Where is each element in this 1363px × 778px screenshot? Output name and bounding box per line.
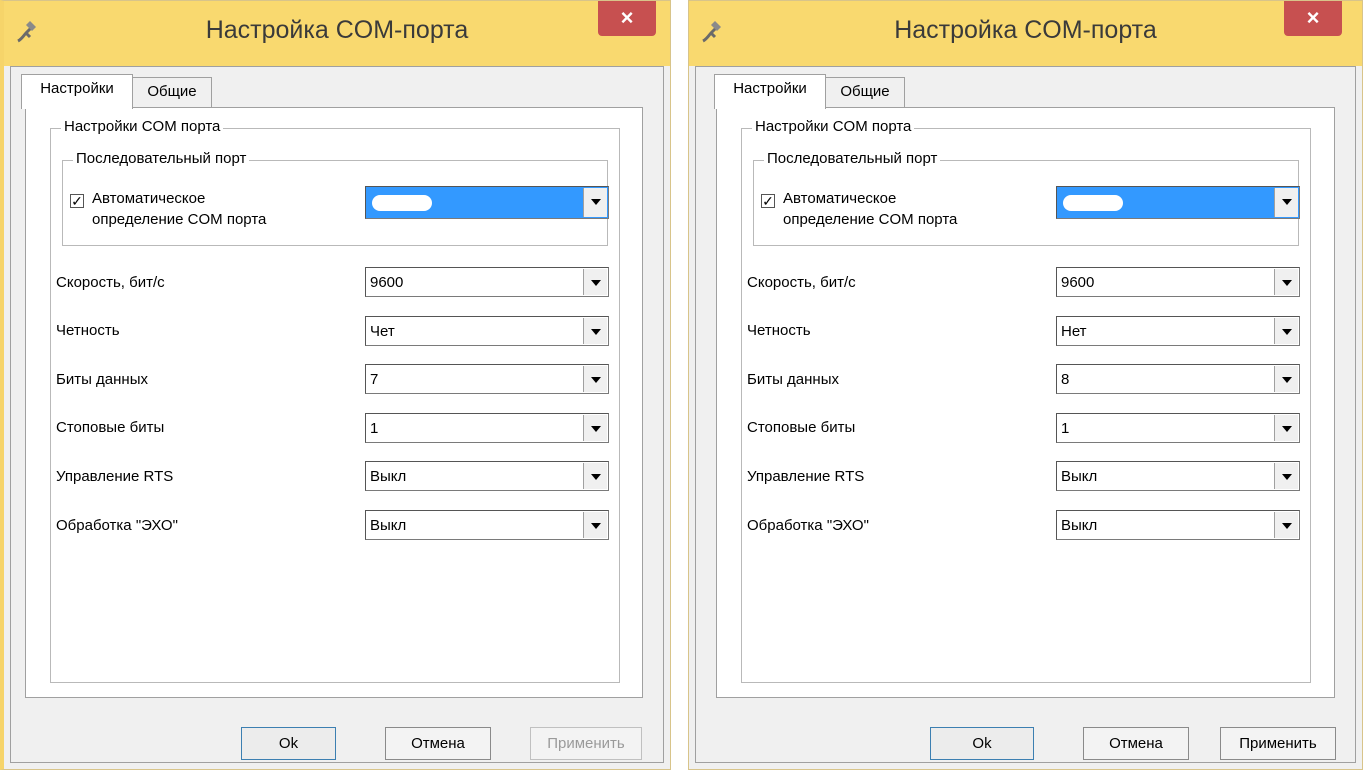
- auto-detect-label-line1: Автоматическое: [783, 190, 897, 207]
- chevron-down-icon[interactable]: [583, 366, 607, 392]
- rts-control-value: Выкл: [370, 468, 407, 485]
- rts-control-label: Управление RTS: [747, 468, 865, 485]
- baud-rate-value: 9600: [370, 274, 404, 291]
- echo-label: Обработка "ЭХО": [56, 517, 178, 534]
- chevron-down-icon[interactable]: [1274, 188, 1298, 217]
- chevron-down-icon[interactable]: [1274, 463, 1298, 489]
- stop-bits-label: Стоповые биты: [56, 419, 165, 436]
- rts-control-value: Выкл: [1061, 468, 1098, 485]
- chevron-down-icon[interactable]: [583, 269, 607, 295]
- data-bits-select[interactable]: 7: [365, 364, 609, 394]
- group-label: Настройки COM порта: [752, 118, 915, 135]
- group-label: Настройки COM порта: [61, 118, 224, 135]
- tab-settings[interactable]: Настройки: [714, 74, 826, 109]
- apply-button: Применить: [530, 727, 642, 760]
- auto-detect-checkbox[interactable]: ✓: [761, 194, 775, 208]
- auto-detect-label: Автоматическое определение COM порта: [783, 188, 957, 230]
- chevron-down-icon[interactable]: [583, 188, 607, 217]
- rts-control-select[interactable]: Выкл: [1056, 461, 1300, 491]
- auto-detect-label: Автоматическое определение COM порта: [92, 188, 266, 230]
- title-bar[interactable]: Настройка COM-порта ×: [689, 1, 1362, 66]
- window-title: Настройка COM-порта: [205, 16, 469, 44]
- data-bits-value: 8: [1061, 371, 1070, 388]
- parity-label: Четность: [56, 322, 120, 339]
- stop-bits-select[interactable]: 1: [1056, 413, 1300, 443]
- settings-panel: Настройки COM порта Последовательный пор…: [25, 107, 643, 698]
- chevron-down-icon[interactable]: [1274, 512, 1298, 538]
- data-bits-select[interactable]: 8: [1056, 364, 1300, 394]
- close-icon: ×: [1306, 5, 1320, 30]
- baud-rate-select[interactable]: 9600: [365, 267, 609, 297]
- cancel-button[interactable]: Отмена: [1083, 727, 1189, 760]
- auto-detect-label-line2: определение COM порта: [783, 211, 958, 228]
- parity-select[interactable]: Нет: [1056, 316, 1300, 346]
- chevron-down-icon[interactable]: [583, 463, 607, 489]
- data-bits-label: Биты данных: [56, 371, 148, 388]
- cancel-button[interactable]: Отмена: [385, 727, 491, 760]
- baud-rate-label: Скорость, бит/с: [747, 274, 856, 291]
- parity-value: Нет: [1061, 323, 1087, 340]
- ok-button[interactable]: Ok: [241, 727, 336, 760]
- close-button[interactable]: ×: [598, 1, 656, 36]
- baud-rate-value: 9600: [1061, 274, 1095, 291]
- port-select[interactable]: [365, 186, 609, 219]
- serial-group-label: Последовательный порт: [73, 150, 250, 167]
- stop-bits-value: 1: [370, 420, 379, 437]
- settings-panel: Настройки COM порта Последовательный пор…: [716, 107, 1335, 698]
- auto-detect-checkbox[interactable]: ✓: [70, 194, 84, 208]
- parity-value: Чет: [370, 323, 395, 340]
- auto-detect-label-line1: Автоматическое: [92, 190, 206, 207]
- title-bar[interactable]: Настройка COM-порта ×: [4, 1, 670, 66]
- serial-group-label: Последовательный порт: [764, 150, 941, 167]
- chevron-down-icon[interactable]: [1274, 269, 1298, 295]
- baud-rate-select[interactable]: 9600: [1056, 267, 1300, 297]
- dialog-client: Настройки Общие Настройки COM порта Посл…: [695, 66, 1356, 763]
- chevron-down-icon[interactable]: [1274, 318, 1298, 344]
- apply-button[interactable]: Применить: [1220, 727, 1336, 760]
- echo-select[interactable]: Выкл: [365, 510, 609, 540]
- chevron-down-icon[interactable]: [583, 318, 607, 344]
- window-title: Настройка COM-порта: [894, 16, 1157, 44]
- port-select[interactable]: [1056, 186, 1300, 219]
- stop-bits-value: 1: [1061, 420, 1070, 437]
- chevron-down-icon[interactable]: [583, 415, 607, 441]
- echo-select[interactable]: Выкл: [1056, 510, 1300, 540]
- data-bits-label: Биты данных: [747, 371, 839, 388]
- close-button[interactable]: ×: [1284, 1, 1342, 36]
- parity-label: Четность: [747, 322, 811, 339]
- chevron-down-icon[interactable]: [1274, 415, 1298, 441]
- echo-value: Выкл: [370, 517, 407, 534]
- com-settings-window-left: Настройка COM-порта × Настройки Общие На…: [0, 0, 671, 770]
- data-bits-value: 7: [370, 371, 379, 388]
- rts-control-select[interactable]: Выкл: [365, 461, 609, 491]
- echo-value: Выкл: [1061, 517, 1098, 534]
- chevron-down-icon[interactable]: [1274, 366, 1298, 392]
- rts-control-label: Управление RTS: [56, 468, 174, 485]
- stop-bits-select[interactable]: 1: [365, 413, 609, 443]
- dialog-client: Настройки Общие Настройки COM порта Посл…: [10, 66, 664, 763]
- close-icon: ×: [620, 5, 634, 30]
- tab-general[interactable]: Общие: [825, 77, 905, 107]
- stop-bits-label: Стоповые биты: [747, 419, 856, 436]
- baud-rate-label: Скорость, бит/с: [56, 274, 165, 291]
- ok-button[interactable]: Ok: [930, 727, 1034, 760]
- parity-select[interactable]: Чет: [365, 316, 609, 346]
- tab-general[interactable]: Общие: [132, 77, 212, 107]
- echo-label: Обработка "ЭХО": [747, 517, 869, 534]
- chevron-down-icon[interactable]: [583, 512, 607, 538]
- com-settings-window-right: Настройка COM-порта × Настройки Общие На…: [688, 0, 1363, 770]
- redacted-port-value: [372, 195, 432, 211]
- tab-settings[interactable]: Настройки: [21, 74, 133, 109]
- auto-detect-label-line2: определение COM порта: [92, 211, 267, 228]
- redacted-port-value: [1063, 195, 1123, 211]
